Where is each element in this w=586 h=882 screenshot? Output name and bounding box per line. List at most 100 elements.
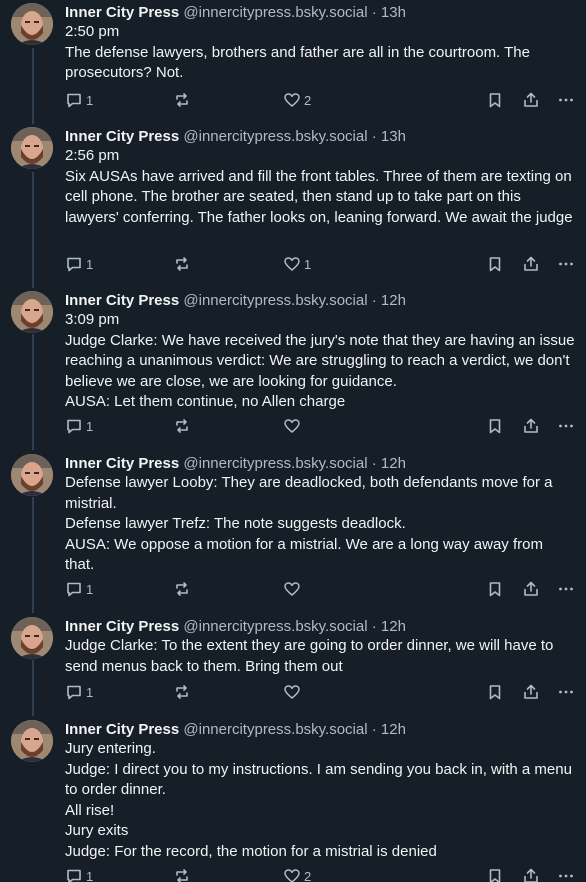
avatar[interactable] xyxy=(11,454,53,496)
share-button[interactable] xyxy=(522,866,540,882)
repost-button[interactable] xyxy=(173,579,194,599)
bookmark-icon xyxy=(489,419,501,434)
more-options-button[interactable] xyxy=(557,90,575,110)
post-actions: 1 xyxy=(0,416,586,436)
repost-button[interactable] xyxy=(173,416,194,436)
like-button[interactable] xyxy=(283,682,304,702)
bookmark-icon xyxy=(489,257,501,272)
separator-dot: · xyxy=(371,4,377,21)
more-options-button[interactable] xyxy=(557,682,575,702)
avatar[interactable] xyxy=(11,617,53,659)
bookmark-icon xyxy=(489,685,501,700)
repost-icon xyxy=(176,93,188,107)
bookmark-button[interactable] xyxy=(486,579,504,599)
reply-button[interactable]: 1 xyxy=(65,579,93,599)
reply-icon xyxy=(67,419,81,434)
bookmark-icon xyxy=(489,869,501,882)
ellipsis-icon xyxy=(559,424,573,428)
author-name[interactable]: Inner City Press xyxy=(65,4,179,21)
post-timestamp[interactable]: 12h xyxy=(381,455,406,472)
post-text: Jury entering. Judge: I direct you to my… xyxy=(65,740,572,860)
share-icon xyxy=(524,868,538,882)
avatar-image xyxy=(11,3,53,45)
avatar[interactable] xyxy=(11,127,53,169)
post-timestamp[interactable]: 13h xyxy=(381,128,406,145)
author-handle[interactable]: @innercitypress.bsky.social xyxy=(183,292,367,309)
reply-count: 1 xyxy=(86,581,94,597)
share-icon xyxy=(524,581,538,596)
reply-button[interactable]: 1 xyxy=(65,866,93,882)
heart-icon xyxy=(284,93,300,107)
avatar-image xyxy=(11,454,53,496)
reply-button[interactable]: 1 xyxy=(65,90,93,110)
more-options-button[interactable] xyxy=(557,866,575,882)
author-handle[interactable]: @innercitypress.bsky.social xyxy=(183,455,367,472)
repost-button[interactable] xyxy=(173,90,194,110)
ellipsis-icon xyxy=(559,98,573,102)
avatar[interactable] xyxy=(11,3,53,45)
post-text: 3:09 pm Judge Clarke: We have received t… xyxy=(65,311,575,410)
author-name[interactable]: Inner City Press xyxy=(65,455,179,472)
share-icon xyxy=(524,684,538,699)
heart-icon xyxy=(284,869,300,882)
share-icon xyxy=(524,418,538,433)
like-button[interactable]: 2 xyxy=(283,90,311,110)
bookmark-button[interactable] xyxy=(486,866,504,882)
post-timestamp[interactable]: 12h xyxy=(381,721,406,738)
ellipsis-icon xyxy=(559,874,573,878)
reply-button[interactable]: 1 xyxy=(65,682,93,702)
separator-dot: · xyxy=(371,721,377,738)
ellipsis-icon xyxy=(559,262,573,266)
avatar-image xyxy=(11,127,53,169)
post-header: Inner City Press @innercitypress.bsky.so… xyxy=(65,617,406,636)
heart-icon xyxy=(284,257,300,271)
like-count: 1 xyxy=(304,256,312,272)
author-name[interactable]: Inner City Press xyxy=(65,128,179,145)
like-button[interactable]: 2 xyxy=(283,866,311,882)
author-handle[interactable]: @innercitypress.bsky.social xyxy=(183,721,367,738)
author-handle[interactable]: @innercitypress.bsky.social xyxy=(183,4,367,21)
like-button[interactable]: 1 xyxy=(283,254,311,274)
share-button[interactable] xyxy=(522,579,540,599)
bookmark-icon xyxy=(489,582,501,597)
post-timestamp[interactable]: 12h xyxy=(381,292,406,309)
author-name[interactable]: Inner City Press xyxy=(65,292,179,309)
heart-icon xyxy=(284,685,300,699)
post-timestamp[interactable]: 13h xyxy=(381,4,406,21)
reply-button[interactable]: 1 xyxy=(65,416,93,436)
author-handle[interactable]: @innercitypress.bsky.social xyxy=(183,128,367,145)
repost-button[interactable] xyxy=(173,254,194,274)
repost-button[interactable] xyxy=(173,682,194,702)
bookmark-button[interactable] xyxy=(486,90,504,110)
share-button[interactable] xyxy=(522,254,540,274)
like-button[interactable] xyxy=(283,416,304,436)
share-button[interactable] xyxy=(522,682,540,702)
reply-count: 1 xyxy=(86,92,94,108)
post-text: 2:56 pm Six AUSAs have arrived and fill … xyxy=(65,147,573,226)
bookmark-button[interactable] xyxy=(486,682,504,702)
more-options-button[interactable] xyxy=(557,579,575,599)
repost-icon xyxy=(176,582,188,596)
post-timestamp[interactable]: 12h xyxy=(381,618,406,635)
reply-icon xyxy=(67,93,81,108)
author-handle[interactable]: @innercitypress.bsky.social xyxy=(183,618,367,635)
more-options-button[interactable] xyxy=(557,416,575,436)
post-text: Defense lawyer Looby: They are deadlocke… xyxy=(65,474,553,573)
bookmark-button[interactable] xyxy=(486,416,504,436)
reply-button[interactable]: 1 xyxy=(65,254,93,274)
bookmark-button[interactable] xyxy=(486,254,504,274)
share-button[interactable] xyxy=(522,90,540,110)
avatar-image xyxy=(11,291,53,333)
avatar[interactable] xyxy=(11,291,53,333)
post-text: 2:50 pm The defense lawyers, brothers an… xyxy=(65,23,530,81)
author-name[interactable]: Inner City Press xyxy=(65,618,179,635)
reply-icon xyxy=(67,257,81,272)
repost-button[interactable] xyxy=(173,866,194,882)
share-button[interactable] xyxy=(522,416,540,436)
like-button[interactable] xyxy=(283,579,304,599)
avatar[interactable] xyxy=(11,720,53,762)
author-name[interactable]: Inner City Press xyxy=(65,721,179,738)
post-actions: 1 xyxy=(0,579,586,599)
more-options-button[interactable] xyxy=(557,254,575,274)
post-actions: 1 2 xyxy=(0,90,586,110)
